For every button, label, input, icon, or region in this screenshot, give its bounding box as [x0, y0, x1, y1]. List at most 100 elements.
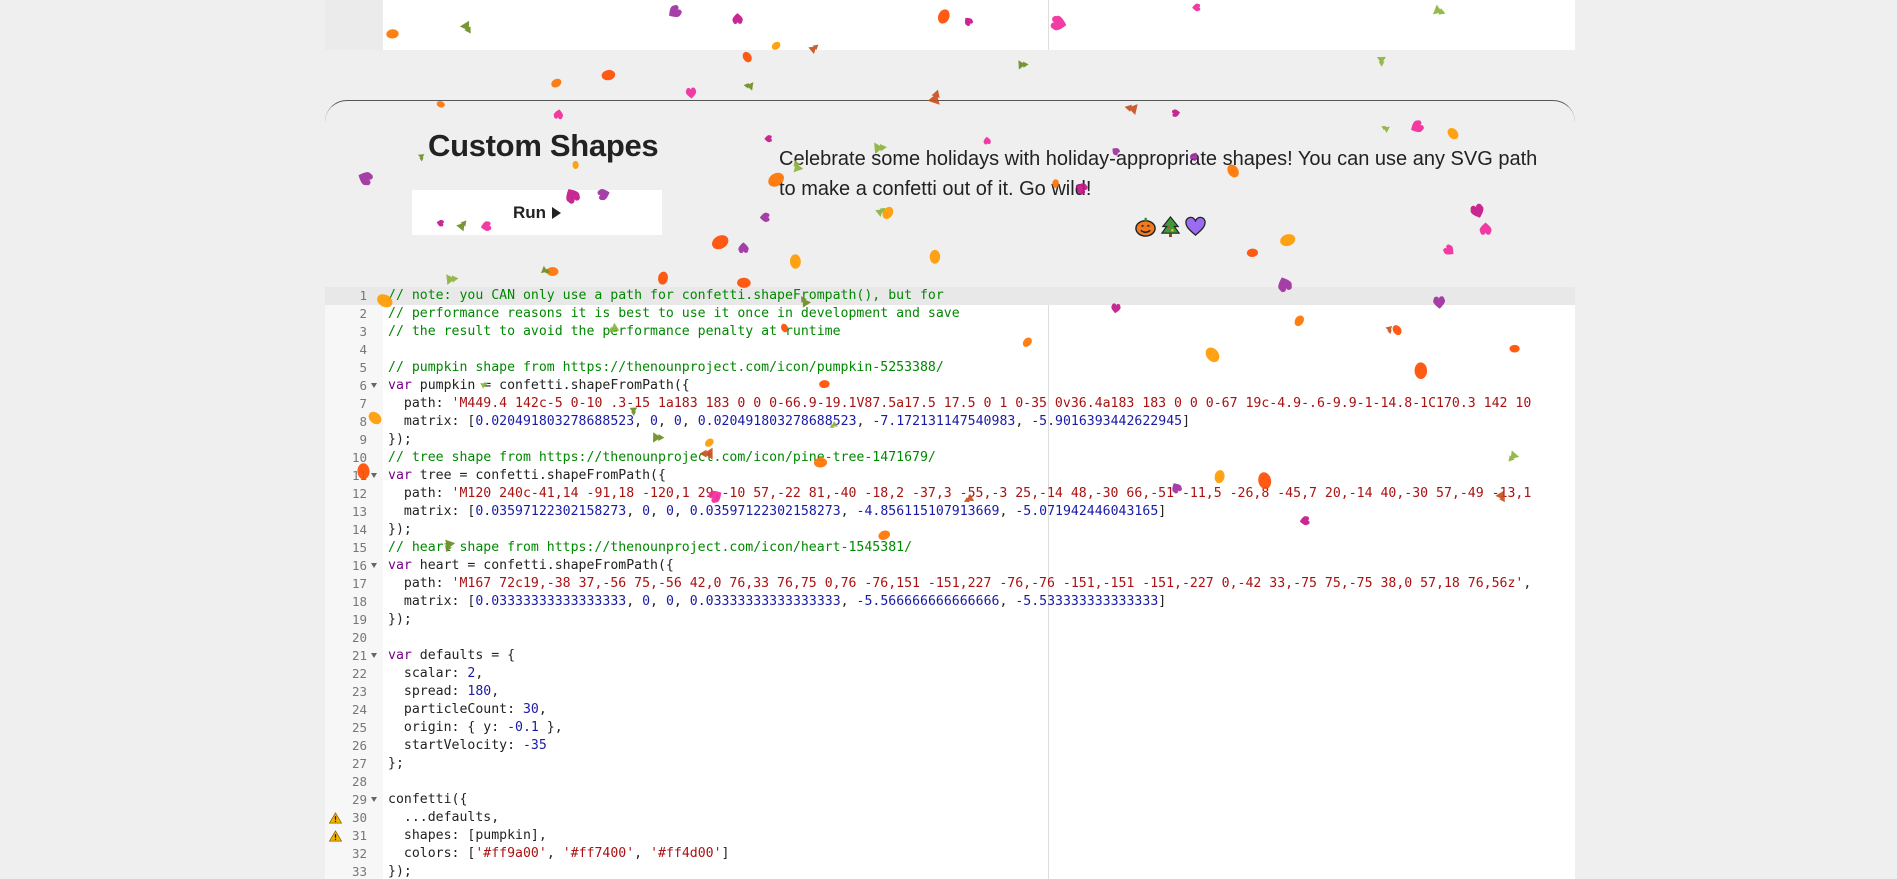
code-line[interactable]: 30 ...defaults,: [325, 809, 1575, 827]
code-token: // note: you CAN only use a path for con…: [388, 288, 944, 303]
code-token: var: [388, 378, 412, 393]
code-line[interactable]: 20: [325, 629, 1575, 647]
code-text: matrix: [0.020491803278688523, 0, 0, 0.0…: [388, 413, 1190, 431]
code-token: ,: [840, 594, 857, 609]
code-line[interactable]: 2 // performance reasons it is best to us…: [325, 305, 1575, 323]
code-token: // tree shape from https://thenounprojec…: [388, 450, 936, 465]
code-token: particleCount:: [388, 702, 523, 717]
code-token: ,: [840, 504, 857, 519]
code-line[interactable]: 4: [325, 341, 1575, 359]
code-token: 'M449.4 142c-5 0-10 .3-15 1a183 183 0 0 …: [451, 396, 1532, 411]
christmas-tree-emoji-icon: [1159, 215, 1182, 238]
code-token: ,: [673, 594, 690, 609]
fold-toggle-icon[interactable]: [371, 473, 377, 478]
code-line[interactable]: 8 matrix: [0.020491803278688523, 0, 0, 0…: [325, 413, 1575, 431]
code-line[interactable]: 33});: [325, 863, 1575, 879]
code-line[interactable]: 12 path: 'M120 240c-41,14 -91,18 -120,1 …: [325, 485, 1575, 503]
code-line[interactable]: 29 confetti({: [325, 791, 1575, 809]
code-token: // the result to avoid the performance p…: [388, 324, 841, 339]
code-line[interactable]: 6 var pumpkin = confetti.shapeFromPath({: [325, 377, 1575, 395]
code-line[interactable]: 9});: [325, 431, 1575, 449]
pumpkin-emoji-icon: [1134, 215, 1157, 238]
code-line[interactable]: 5 // pumpkin shape from https://thenounpr…: [325, 359, 1575, 377]
code-text: // performance reasons it is best to use…: [388, 305, 960, 323]
code-token: ,: [634, 414, 651, 429]
code-token: 0: [665, 504, 674, 519]
code-token: -5.566666666666666: [856, 594, 1000, 609]
code-token: };: [388, 756, 404, 771]
code-line[interactable]: 25 origin: { y: -0.1 },: [325, 719, 1575, 737]
code-line[interactable]: 17 path: 'M167 72c19,-38 37,-56 75,-56 4…: [325, 575, 1575, 593]
line-number: 13: [351, 504, 367, 519]
code-line[interactable]: 22 scalar: 2,: [325, 665, 1575, 683]
code-line[interactable]: 11 var tree = confetti.shapeFromPath({: [325, 467, 1575, 485]
code-token: 180: [467, 684, 492, 699]
line-number: 27: [351, 756, 367, 771]
code-editor[interactable]: 1 // note: you CAN only use a path for co…: [325, 287, 1575, 879]
code-token: });: [388, 522, 412, 537]
code-line[interactable]: 10 // tree shape from https://thenounproj…: [325, 449, 1575, 467]
code-line[interactable]: 15 // heart shape from https://thenounpro…: [325, 539, 1575, 557]
code-token: '#ff9a00': [475, 846, 547, 861]
code-line[interactable]: 13 matrix: [0.03597122302158273, 0, 0, 0…: [325, 503, 1575, 521]
code-token: -4.856115107913669: [856, 504, 1000, 519]
code-token: // heart shape from https://thenounproje…: [388, 540, 913, 555]
code-token: });: [388, 432, 412, 447]
code-token: ,: [999, 594, 1016, 609]
code-line[interactable]: 16 var heart = confetti.shapeFromPath({: [325, 557, 1575, 575]
code-token: -7.172131147540983: [872, 414, 1016, 429]
code-token: matrix: [: [388, 414, 476, 429]
code-token: tree = confetti.shapeFromPath({: [411, 468, 666, 483]
code-token: ,: [538, 702, 547, 717]
code-token: });: [388, 864, 412, 879]
code-line[interactable]: 24 particleCount: 30,: [325, 701, 1575, 719]
code-line[interactable]: 26 startVelocity: -35: [325, 737, 1575, 755]
code-token: ,: [491, 684, 500, 699]
code-token: var: [388, 648, 412, 663]
code-token: ,: [999, 504, 1016, 519]
fold-toggle-icon[interactable]: [371, 383, 377, 388]
code-token: -5.9016393442622945: [1031, 414, 1183, 429]
code-text: ...defaults,: [388, 809, 499, 827]
run-button[interactable]: Run: [412, 190, 662, 235]
code-token: ,: [673, 504, 690, 519]
warning-icon[interactable]: [329, 812, 342, 824]
code-token: ,: [475, 666, 484, 681]
code-line[interactable]: 3 // the result to avoid the performance …: [325, 323, 1575, 341]
code-line[interactable]: 21 var defaults = {: [325, 647, 1575, 665]
code-token: },: [538, 720, 563, 735]
tree-confetti: [1018, 60, 1029, 70]
code-text: });: [388, 863, 412, 879]
line-number: 1: [359, 288, 367, 303]
code-token: 0.03333333333333333: [475, 594, 627, 609]
code-text: particleCount: 30,: [388, 701, 547, 719]
code-line[interactable]: 27};: [325, 755, 1575, 773]
code-token: 0: [642, 504, 651, 519]
line-number: 16: [351, 558, 367, 573]
fold-toggle-icon[interactable]: [371, 653, 377, 658]
code-line[interactable]: 23 spread: 180,: [325, 683, 1575, 701]
code-line[interactable]: 31 shapes: [pumpkin],: [325, 827, 1575, 845]
code-token: 0.020491803278688523: [697, 414, 857, 429]
code-text: origin: { y: -0.1 },: [388, 719, 563, 737]
code-line[interactable]: 19});: [325, 611, 1575, 629]
code-token: ,: [634, 846, 651, 861]
code-line[interactable]: 14});: [325, 521, 1575, 539]
fold-toggle-icon[interactable]: [371, 797, 377, 802]
tree-confetti: [743, 82, 754, 91]
code-line[interactable]: 18 matrix: [0.03333333333333333, 0, 0, 0…: [325, 593, 1575, 611]
code-token: 0: [650, 414, 658, 429]
code-token: // pumpkin shape from https://thenounpro…: [388, 360, 944, 375]
code-line[interactable]: 1 // note: you CAN only use a path for co…: [325, 287, 1575, 305]
code-token: ,: [856, 414, 873, 429]
code-token: spread:: [388, 684, 468, 699]
line-number: 20: [351, 630, 367, 645]
code-line[interactable]: 32 colors: ['#ff9a00', '#ff7400', '#ff4d…: [325, 845, 1575, 863]
code-token: });: [388, 612, 412, 627]
warning-icon[interactable]: [329, 830, 342, 842]
line-number: 3: [359, 324, 367, 339]
code-text: matrix: [0.03333333333333333, 0, 0, 0.03…: [388, 593, 1166, 611]
code-line[interactable]: 28: [325, 773, 1575, 791]
code-line[interactable]: 7 path: 'M449.4 142c-5 0-10 .3-15 1a183 …: [325, 395, 1575, 413]
fold-toggle-icon[interactable]: [371, 563, 377, 568]
